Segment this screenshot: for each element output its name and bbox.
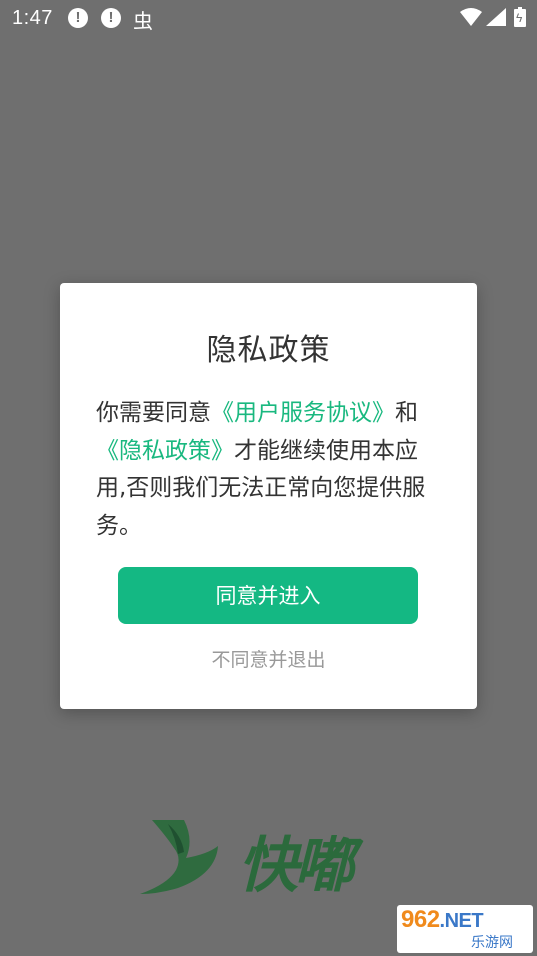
battery-charging-icon: ϟ <box>514 7 526 27</box>
status-time: 1:47 <box>12 7 53 29</box>
app-logo-text: 快嘟 <box>238 831 354 901</box>
agree-button[interactable]: 同意并进入 <box>118 567 418 624</box>
watermark-number: 962 <box>401 906 440 933</box>
alert-icon: ! <box>101 8 121 28</box>
bug-icon: 虫 <box>133 11 153 33</box>
dialog-body: 你需要同意《用户服务协议》和《隐私政策》才能继续使用本应用,否则我们无法正常向您… <box>96 395 448 545</box>
user-agreement-link[interactable]: 《用户服务协议》 <box>211 400 395 426</box>
body-prefix: 你需要同意 <box>96 400 211 426</box>
watermark-subtitle: 乐游网 <box>471 935 513 951</box>
signal-icon <box>486 8 506 26</box>
privacy-dialog: 隐私政策 你需要同意《用户服务协议》和《隐私政策》才能继续使用本应用,否则我们无… <box>60 283 477 709</box>
app-logo-icon <box>140 820 218 894</box>
alert-icon: ! <box>68 8 88 28</box>
watermark: 962.NET 乐游网 <box>397 905 533 953</box>
wifi-icon <box>460 8 482 26</box>
status-bar: 1:47 ! ! 虫 ϟ <box>0 0 537 36</box>
dialog-title: 隐私政策 <box>206 333 331 368</box>
body-and: 和 <box>395 400 418 426</box>
watermark-domain: .NET <box>439 910 484 932</box>
disagree-button[interactable]: 不同意并退出 <box>60 645 477 672</box>
privacy-policy-link[interactable]: 《隐私政策》 <box>96 438 234 464</box>
